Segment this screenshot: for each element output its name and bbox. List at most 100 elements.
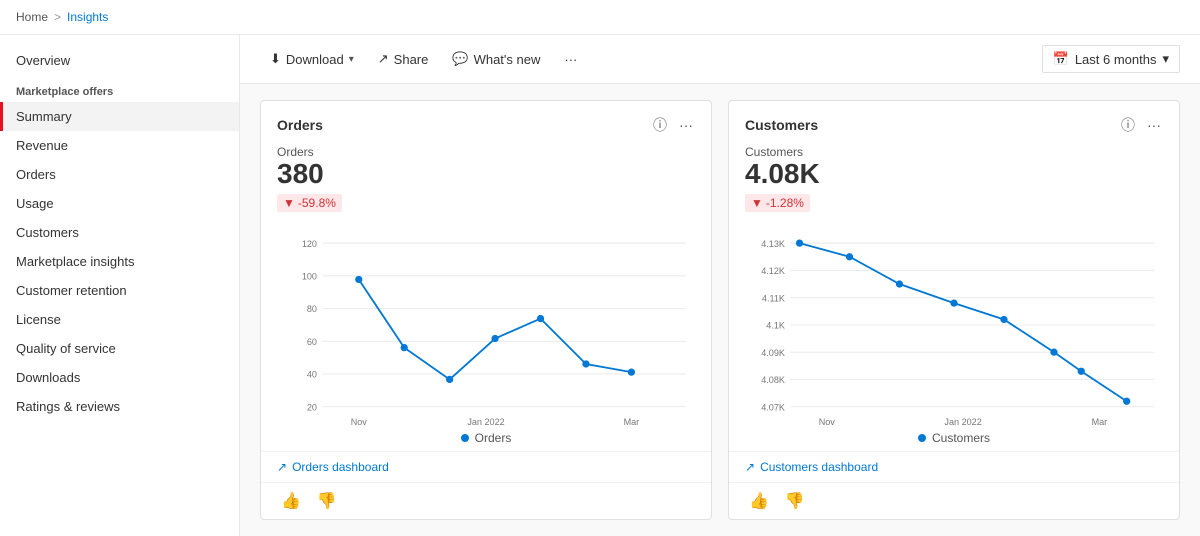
share-label: Share [394, 52, 429, 67]
customers-thumbdown-button[interactable]: 👎 [781, 489, 809, 513]
sidebar-item-revenue[interactable]: Revenue [0, 131, 239, 160]
svg-text:120: 120 [302, 239, 317, 249]
sidebar-item-usage[interactable]: Usage [0, 189, 239, 218]
orders-card-header: Orders ⓘ ··· [261, 101, 711, 137]
orders-change-value: -59.8% [298, 196, 336, 210]
download-label: Download [286, 52, 344, 67]
sidebar-item-overview[interactable]: Overview [0, 47, 239, 74]
more-icon: ··· [564, 52, 577, 67]
customers-metric: Customers 4.08K ▼ -1.28% [729, 137, 1179, 216]
customers-dashboard-link[interactable]: ↗ Customers dashboard [745, 460, 878, 474]
more-icon: ··· [1147, 117, 1161, 133]
orders-metric: Orders 380 ▼ -59.8% [261, 137, 711, 216]
svg-text:4.1K: 4.1K [766, 320, 785, 330]
sidebar-item-downloads[interactable]: Downloads [0, 363, 239, 392]
breadcrumb-separator: > [54, 10, 61, 24]
more-options-button[interactable]: ··· [554, 47, 587, 72]
orders-feedback-actions: 👍 👎 [261, 482, 711, 519]
sidebar: Overview Marketplace offers Summary Reve… [0, 35, 240, 536]
customers-card-actions: ⓘ ··· [1119, 113, 1163, 137]
svg-text:Mar: Mar [1092, 417, 1108, 427]
calendar-icon: 📅 [1053, 51, 1069, 67]
orders-info-button[interactable]: ⓘ [651, 113, 669, 137]
share-button[interactable]: ↗ Share [368, 46, 439, 72]
more-icon: ··· [679, 117, 693, 133]
content-area: ⬇ Download ▾ ↗ Share 💬 What's new ··· [240, 35, 1200, 536]
customers-info-button[interactable]: ⓘ [1119, 113, 1137, 137]
orders-dashboard-link[interactable]: ↗ Orders dashboard [277, 460, 389, 474]
share-icon: ↗ [378, 51, 389, 67]
breadcrumb: Home > Insights [0, 0, 1200, 35]
thumbup-icon: 👍 [749, 493, 769, 510]
date-filter-chevron-icon: ▾ [1162, 51, 1169, 67]
charts-area: Orders ⓘ ··· Orders 380 [240, 84, 1200, 536]
customers-thumbup-button[interactable]: 👍 [745, 489, 773, 513]
svg-text:4.09K: 4.09K [761, 348, 785, 358]
customers-trend-icon: ↗ [745, 460, 755, 474]
customers-footer[interactable]: ↗ Customers dashboard [729, 451, 1179, 482]
download-button[interactable]: ⬇ Download ▾ [260, 46, 364, 72]
orders-card-title: Orders [277, 117, 323, 133]
thumbdown-icon: 👎 [785, 493, 805, 510]
svg-text:4.07K: 4.07K [761, 402, 785, 412]
sidebar-item-customer-retention[interactable]: Customer retention [0, 276, 239, 305]
sidebar-item-quality-of-service[interactable]: Quality of service [0, 334, 239, 363]
customers-metric-label: Customers [745, 145, 1163, 159]
orders-thumbup-button[interactable]: 👍 [277, 489, 305, 513]
toolbar: ⬇ Download ▾ ↗ Share 💬 What's new ··· [240, 35, 1200, 84]
date-filter[interactable]: 📅 Last 6 months ▾ [1042, 45, 1180, 73]
breadcrumb-current: Insights [67, 10, 108, 24]
svg-text:Nov: Nov [351, 417, 368, 427]
svg-text:4.13K: 4.13K [761, 239, 785, 249]
svg-text:4.12K: 4.12K [761, 266, 785, 276]
svg-text:4.08K: 4.08K [761, 375, 785, 385]
customers-change-value: -1.28% [766, 196, 804, 210]
svg-text:80: 80 [307, 304, 317, 314]
download-icon: ⬇ [270, 51, 281, 67]
main-layout: Overview Marketplace offers Summary Reve… [0, 35, 1200, 536]
orders-line-chart: 120 100 80 60 40 20 Nov Jan 2022 Mar [277, 224, 695, 444]
date-filter-label: Last 6 months [1075, 52, 1157, 67]
svg-text:100: 100 [302, 271, 317, 281]
svg-text:Jan 2022: Jan 2022 [467, 417, 504, 427]
orders-metric-change: ▼ -59.8% [277, 194, 342, 212]
orders-trend-icon: ↗ [277, 460, 287, 474]
whats-new-icon: 💬 [452, 51, 468, 67]
customers-metric-value: 4.08K [745, 159, 1163, 190]
thumbup-icon: 👍 [281, 493, 301, 510]
sidebar-item-summary[interactable]: Summary [0, 102, 239, 131]
sidebar-item-ratings-reviews[interactable]: Ratings & reviews [0, 392, 239, 421]
customers-card-header: Customers ⓘ ··· [729, 101, 1179, 137]
orders-thumbdown-button[interactable]: 👎 [313, 489, 341, 513]
sidebar-item-customers[interactable]: Customers [0, 218, 239, 247]
sidebar-item-orders[interactable]: Orders [0, 160, 239, 189]
app-container: Home > Insights Overview Marketplace off… [0, 0, 1200, 536]
customers-more-button[interactable]: ··· [1145, 115, 1163, 135]
download-chevron-icon: ▾ [349, 54, 354, 65]
svg-text:4.11K: 4.11K [762, 293, 785, 303]
customers-dashboard-label: Customers dashboard [760, 460, 878, 474]
orders-chart-body: 120 100 80 60 40 20 Nov Jan 2022 Mar [261, 216, 711, 425]
whats-new-label: What's new [474, 52, 541, 67]
svg-text:Mar: Mar [624, 417, 640, 427]
svg-text:Jan 2022: Jan 2022 [944, 417, 981, 427]
breadcrumb-home[interactable]: Home [16, 10, 48, 24]
orders-card-actions: ⓘ ··· [651, 113, 695, 137]
info-icon: ⓘ [653, 117, 667, 133]
sidebar-item-marketplace-insights[interactable]: Marketplace insights [0, 247, 239, 276]
orders-more-button[interactable]: ··· [677, 115, 695, 135]
orders-footer[interactable]: ↗ Orders dashboard [261, 451, 711, 482]
whats-new-button[interactable]: 💬 What's new [442, 46, 550, 72]
thumbdown-icon: 👎 [317, 493, 337, 510]
customers-chart-body: 4.13K 4.12K 4.11K 4.1K 4.09K 4.08K 4.07K… [729, 216, 1179, 425]
sidebar-section-label: Marketplace offers [0, 74, 239, 102]
svg-text:Nov: Nov [819, 417, 836, 427]
svg-text:60: 60 [307, 337, 317, 347]
customers-line-chart: 4.13K 4.12K 4.11K 4.1K 4.09K 4.08K 4.07K… [745, 224, 1163, 444]
svg-text:20: 20 [307, 402, 317, 412]
orders-card: Orders ⓘ ··· Orders 380 [260, 100, 712, 520]
customers-card: Customers ⓘ ··· Customers 4.08K [728, 100, 1180, 520]
orders-metric-value: 380 [277, 159, 695, 190]
sidebar-item-license[interactable]: License [0, 305, 239, 334]
customers-change-arrow-icon: ▼ [751, 196, 763, 210]
